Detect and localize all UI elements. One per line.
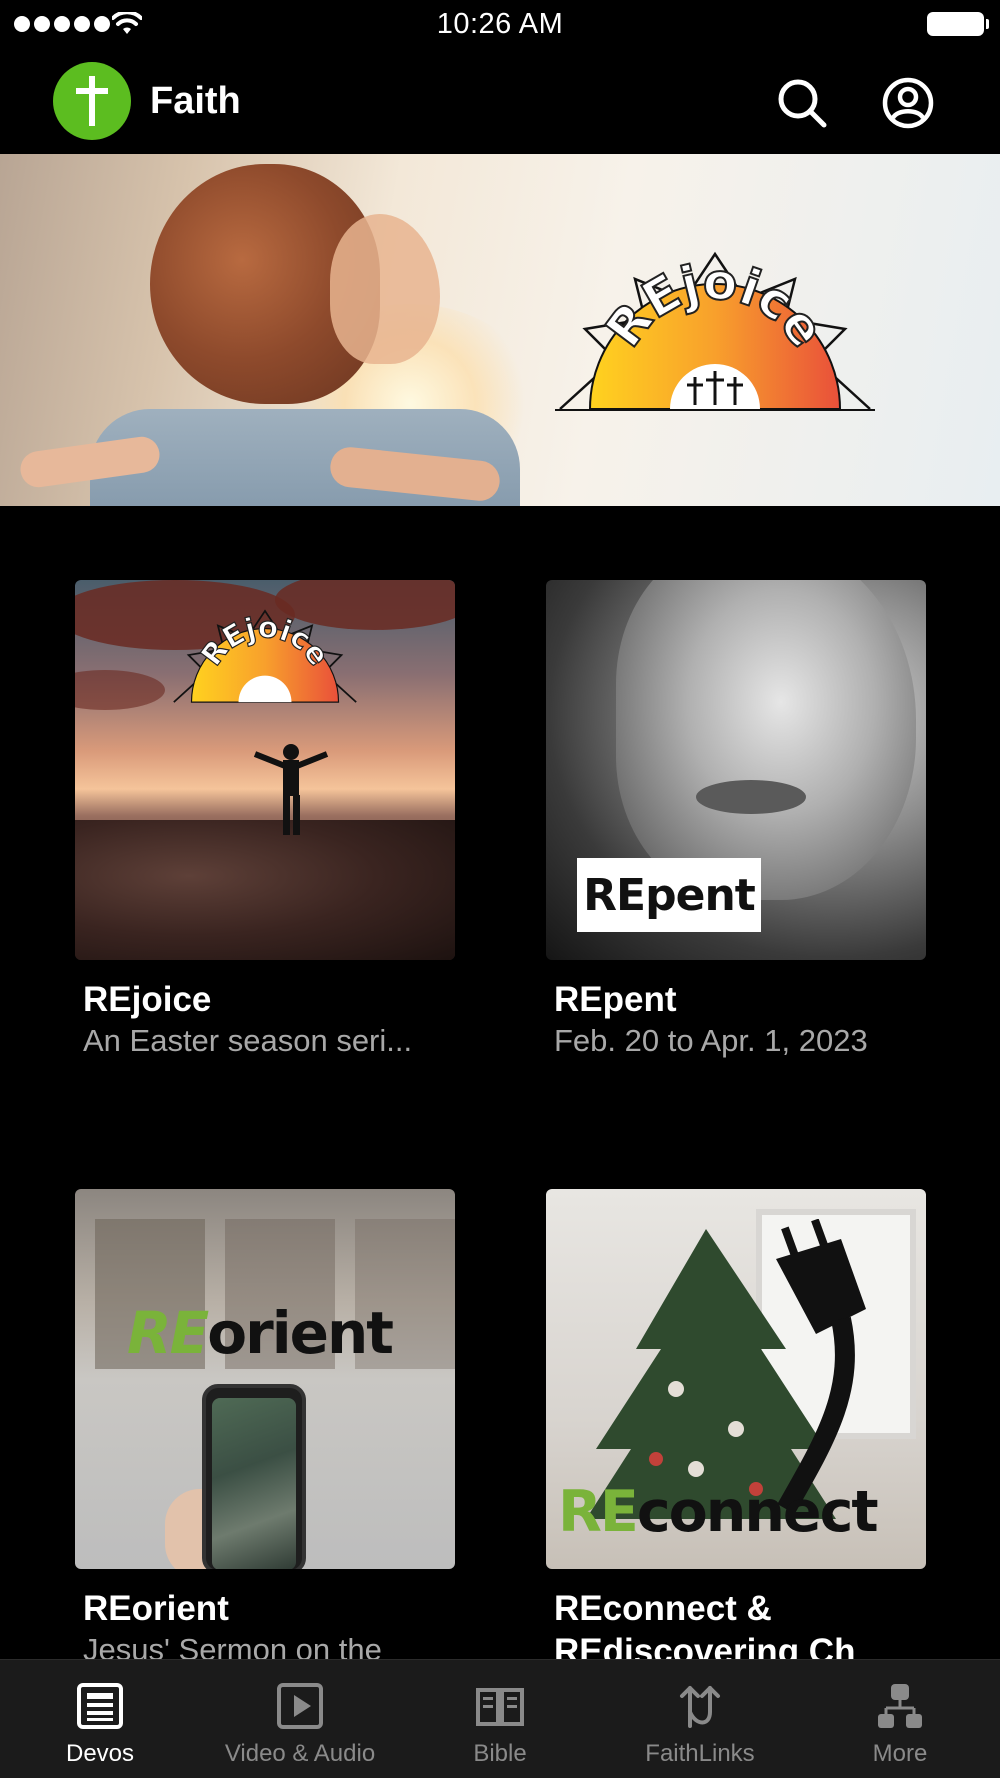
- tab-label: More: [872, 1740, 928, 1767]
- app-header: Faith: [0, 52, 1000, 154]
- battery-icon: [927, 12, 989, 36]
- card-art-text: REpent: [577, 858, 761, 932]
- status-bar: 10:26 AM: [0, 0, 1000, 52]
- tab-faithlinks[interactable]: FaithLinks: [600, 1660, 800, 1778]
- card-subtitle: An Easter season seri...: [83, 1023, 413, 1058]
- card-title: REjoice: [83, 980, 212, 1019]
- card-title: REorient: [83, 1589, 229, 1628]
- tab-devos[interactable]: Devos: [0, 1660, 200, 1778]
- tab-label: Bible: [473, 1740, 527, 1767]
- tab-label: Video & Audio: [224, 1740, 376, 1767]
- book-icon: [476, 1688, 524, 1726]
- card-thumbnail: REpent: [546, 580, 926, 960]
- status-time: 10:26 AM: [436, 8, 564, 40]
- tab-bible[interactable]: Bible: [400, 1660, 600, 1778]
- card-art-text: REconnect: [558, 1479, 879, 1545]
- card-thumbnail: REorient: [75, 1189, 455, 1569]
- card-thumbnail: REconnect: [546, 1189, 926, 1569]
- play-icon: [277, 1683, 323, 1729]
- account-circle-icon: [882, 77, 934, 129]
- card-title: REpent: [554, 980, 677, 1019]
- card-thumbnail: REjoice: [75, 580, 455, 960]
- tab-label: FaithLinks: [645, 1740, 755, 1767]
- more-icon: [878, 1684, 922, 1728]
- app-title: Faith: [150, 80, 241, 122]
- rejoice-logo: REjoice: [555, 251, 875, 411]
- tab-label: Devos: [65, 1740, 135, 1767]
- tab-more[interactable]: More: [800, 1660, 1000, 1778]
- card-art-text: REorient: [127, 1299, 394, 1367]
- profile-button[interactable]: [881, 76, 935, 130]
- hero-banner[interactable]: REjoice: [0, 154, 1000, 506]
- card-title: REconnect &: [554, 1589, 772, 1628]
- card-subtitle: Feb. 20 to Apr. 1, 2023: [554, 1023, 868, 1058]
- tab-video-audio[interactable]: Video & Audio: [200, 1660, 400, 1778]
- faithlinks-icon: [680, 1686, 720, 1728]
- devos-icon: [77, 1683, 123, 1729]
- search-icon: [778, 79, 827, 128]
- tab-bar: Devos Video & Audio Bible FaithLinks Mor…: [0, 1659, 1000, 1778]
- cross-icon[interactable]: [53, 62, 131, 140]
- search-button[interactable]: [775, 76, 829, 130]
